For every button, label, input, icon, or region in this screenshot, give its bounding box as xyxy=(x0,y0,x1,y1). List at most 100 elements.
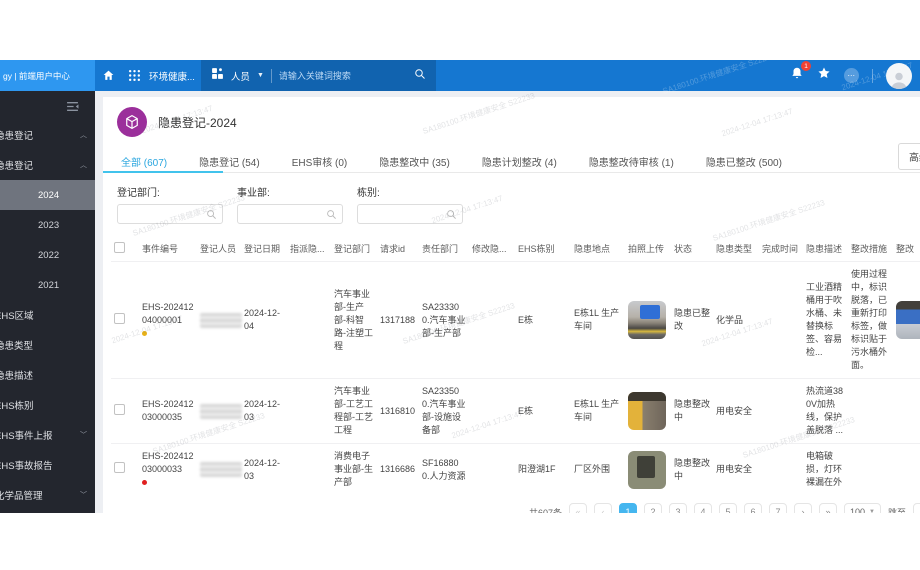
total-count: 共607条 xyxy=(528,507,562,514)
cell-type: 化学品 xyxy=(713,261,759,379)
cell-rectify-photo xyxy=(893,378,920,444)
column-header[interactable]: 事件编号 xyxy=(139,236,197,262)
table-row[interactable]: EHS-20241203000033 2024-12-03 消费电子事业部-生产… xyxy=(111,443,920,495)
column-header[interactable]: 整改 xyxy=(893,236,920,262)
photo-thumbnail[interactable] xyxy=(628,301,666,339)
filter-input-building[interactable] xyxy=(357,204,463,224)
cell-assigned xyxy=(287,261,331,379)
advanced-search-button[interactable]: 高级搜索 xyxy=(898,143,920,170)
search-icon[interactable] xyxy=(414,67,426,85)
current-app-name[interactable]: 环境健康... xyxy=(149,69,195,83)
page-button-1[interactable]: 1 xyxy=(619,503,637,513)
last-page-button[interactable]: » xyxy=(819,503,837,513)
column-header[interactable]: 登记人员 xyxy=(197,236,241,262)
cell-finish-time xyxy=(759,443,803,495)
column-header[interactable]: EHS栋别 xyxy=(515,236,571,262)
sidebar-item-danger-description[interactable]: 隐患描述 xyxy=(0,360,95,390)
column-header[interactable]: 拍照上传 xyxy=(625,236,671,262)
column-header[interactable]: 隐患地点 xyxy=(571,236,625,262)
sidebar-item-ehs-accident-report[interactable]: EHS事故报告 xyxy=(0,450,95,480)
column-header[interactable]: 请求id xyxy=(377,236,419,262)
sidebar-item-ehs-area[interactable]: EHS区域 xyxy=(0,300,95,330)
filter-input-business-unit[interactable] xyxy=(237,204,343,224)
cell-modified xyxy=(469,261,515,379)
sidebar-item-2021[interactable]: 2021 xyxy=(0,270,95,300)
page-button-3[interactable]: 3 xyxy=(669,503,687,513)
divider xyxy=(872,68,873,83)
filter-label-building: 栋别: xyxy=(357,188,380,199)
sidebar-collapse-icon[interactable] xyxy=(0,94,95,118)
tab-ehs-review[interactable]: EHS审核 (0) xyxy=(290,149,350,172)
page-button-7[interactable]: 7 xyxy=(769,503,787,513)
table-row[interactable]: EHS-20241203000035 2024-12-03 汽车事业部-工艺工程… xyxy=(111,378,920,444)
sidebar-item-danger-type[interactable]: 隐患类型 xyxy=(0,330,95,360)
row-checkbox[interactable] xyxy=(114,462,125,473)
main-content: 隐患登记-2024 全部 (607) 隐患登记 (54) EHS审核 (0) 隐… xyxy=(95,91,920,513)
sidebar-item-2022[interactable]: 2022 xyxy=(0,240,95,270)
favorites-star-icon[interactable] xyxy=(817,66,831,85)
page-size-select[interactable]: 100 ▼ xyxy=(844,503,881,513)
column-header[interactable]: 登记部门 xyxy=(331,236,377,262)
tab-rectified[interactable]: 隐患已整改 (500) xyxy=(704,149,784,172)
column-header[interactable]: 登记日期 xyxy=(241,236,287,262)
app-grid-icon[interactable] xyxy=(121,60,147,91)
cell-event-no: EHS-20241203000035 xyxy=(139,378,197,444)
home-icon[interactable] xyxy=(95,60,121,91)
tab-rectify-pending-review[interactable]: 隐患整改待审核 (1) xyxy=(587,149,676,172)
select-all-checkbox[interactable] xyxy=(114,242,125,253)
column-header[interactable]: 隐患描述 xyxy=(803,236,848,262)
search-icon xyxy=(327,209,336,219)
column-header[interactable]: 修改隐... xyxy=(469,236,515,262)
tab-planned-rectify[interactable]: 隐患计划整改 (4) xyxy=(480,149,559,172)
cell-type: 用电安全 xyxy=(713,378,759,444)
table-row[interactable]: EHS-20241204000001 2024-12-04 汽车事业部-生产部-… xyxy=(111,261,920,379)
tab-rectifying[interactable]: 隐患整改中 (35) xyxy=(377,149,452,172)
redacted-name xyxy=(200,403,242,419)
chevron-up-icon: ︿ xyxy=(80,132,87,139)
row-checkbox[interactable] xyxy=(114,312,125,324)
notifications-bell-icon[interactable]: 1 xyxy=(790,61,811,85)
next-page-button[interactable]: › xyxy=(794,503,812,513)
cell-register-date: 2024-12-03 xyxy=(241,443,287,495)
sidebar-item-hidden-danger-register[interactable]: 隐患登记︿ xyxy=(0,120,95,150)
user-avatar[interactable] xyxy=(886,62,912,89)
column-header[interactable]: 指派隐... xyxy=(287,236,331,262)
sidebar-item-2023[interactable]: 2023 xyxy=(0,210,95,240)
chevron-down-icon[interactable]: ▼ xyxy=(257,72,264,79)
rectify-photo-thumbnail[interactable] xyxy=(896,301,920,339)
tab-danger-register[interactable]: 隐患登记 (54) xyxy=(197,149,262,172)
page-button-2[interactable]: 2 xyxy=(644,503,662,513)
page-button-6[interactable]: 6 xyxy=(744,503,762,513)
page-button-4[interactable]: 4 xyxy=(694,503,712,513)
sidebar-item-ehs-building[interactable]: EHS栋别 xyxy=(0,390,95,420)
divider xyxy=(270,68,272,83)
cell-description: 热流道380V加热线，保护盖脱落 ... xyxy=(803,378,848,444)
photo-thumbnail[interactable] xyxy=(628,450,666,489)
tab-all[interactable]: 全部 (607) xyxy=(119,149,169,172)
column-header[interactable]: 隐患类型 xyxy=(713,236,759,262)
sidebar-item-chemical-management[interactable]: 化学品管理﹀ xyxy=(0,480,95,510)
column-header[interactable]: 完成时间 xyxy=(759,236,803,262)
filter-input-register-dept[interactable] xyxy=(117,204,223,224)
cell-location: E栋1L 生产车间 xyxy=(571,261,625,379)
photo-thumbnail[interactable] xyxy=(628,392,666,430)
column-header[interactable]: 状态 xyxy=(671,236,713,262)
column-header[interactable]: 责任部门 xyxy=(419,236,469,262)
page-button-5[interactable]: 5 xyxy=(719,503,737,513)
cell-responsible-dept: SF168800.人力资源 xyxy=(419,443,469,495)
sidebar-item-ehs-event-report[interactable]: EHS事件上报 ﹀ xyxy=(0,420,95,450)
column-header[interactable]: 整改措施 xyxy=(848,236,893,262)
jump-to-page-input[interactable] xyxy=(913,503,920,513)
sidebar-item-hidden-danger-register-sub[interactable]: 隐患登记︿ xyxy=(0,150,95,180)
scope-selector[interactable]: 人员 xyxy=(231,69,250,83)
row-checkbox[interactable] xyxy=(114,403,125,415)
global-search-input[interactable]: 请输入关键词搜索 xyxy=(279,69,407,82)
cell-register-dept: 汽车事业部-生产部-科智路-注塑工程 xyxy=(331,261,377,379)
sidebar-nav: 隐患登记︿ 隐患登记︿ 2024 2023 2022 2021 EHS区域 隐患… xyxy=(0,120,95,510)
notification-badge: 1 xyxy=(801,61,811,71)
first-page-button[interactable]: « xyxy=(569,503,587,513)
cell-type: 用电安全 xyxy=(713,443,759,495)
sidebar-item-2024[interactable]: 2024 xyxy=(0,180,95,210)
prev-page-button[interactable]: ‹ xyxy=(594,503,612,513)
more-options-icon[interactable]: … xyxy=(844,68,859,83)
